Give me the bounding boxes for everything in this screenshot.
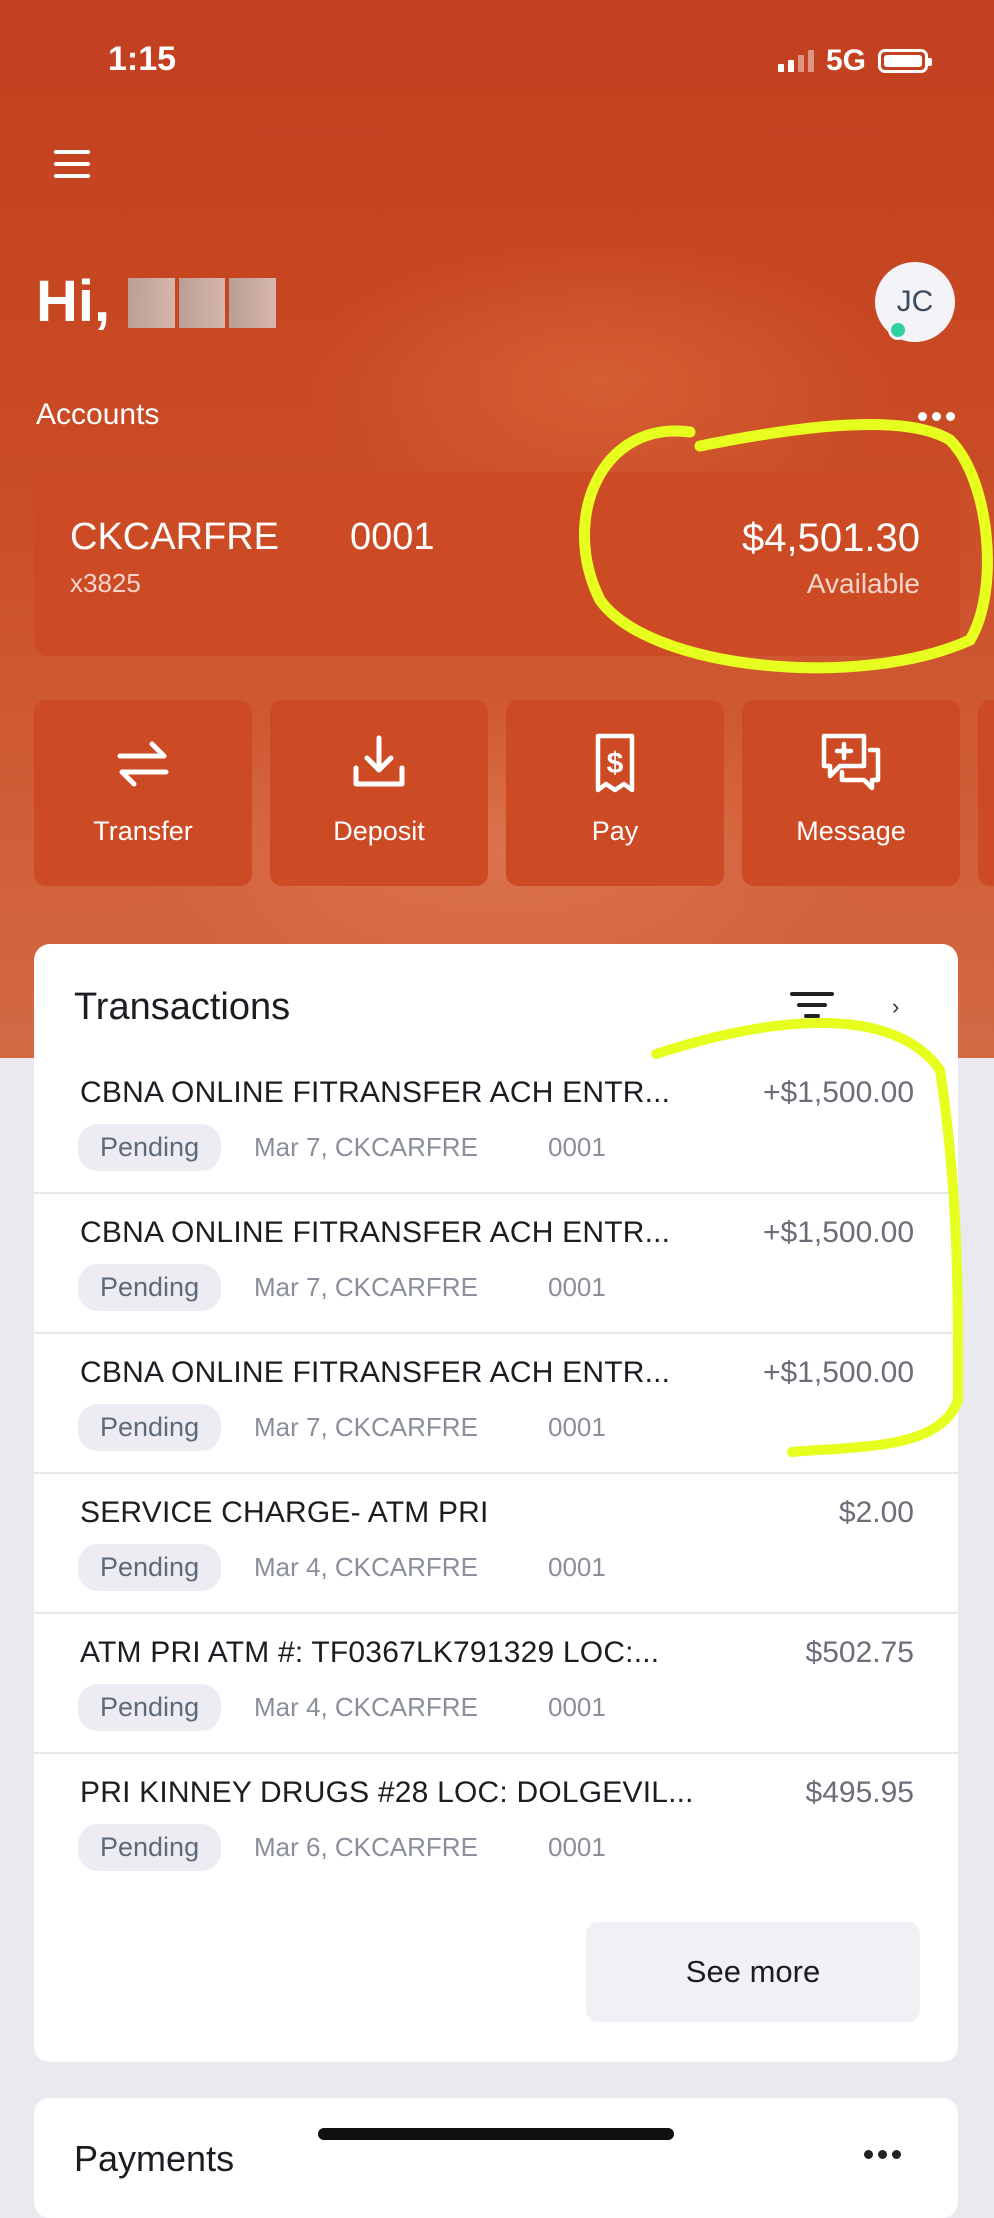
transaction-row[interactable]: CBNA ONLINE FITRANSFER ACH ENTR... +$1,5… xyxy=(34,1334,958,1474)
transactions-title: Transactions xyxy=(74,986,291,1028)
transaction-account-number: 0001 xyxy=(548,1272,606,1302)
status-badge: Pending xyxy=(78,1824,222,1871)
accounts-label: Accounts xyxy=(36,398,160,431)
transaction-description: SERVICE CHARGE- ATM PRI xyxy=(80,1496,489,1529)
chevron-icon[interactable]: › xyxy=(892,994,912,1019)
transfer-label: Transfer xyxy=(93,816,193,846)
transaction-row[interactable]: PRI KINNEY DRUGS #28 LOC: DOLGEVIL... $4… xyxy=(34,1754,958,1894)
transaction-description: CBNA ONLINE FITRANSFER ACH ENTR... xyxy=(80,1356,671,1389)
transaction-description: PRI KINNEY DRUGS #28 LOC: DOLGEVIL... xyxy=(80,1776,694,1809)
quick-actions: Transfer Deposit $ Pay Message xyxy=(34,700,994,886)
battery-icon xyxy=(878,49,932,73)
balance-label: Available xyxy=(806,568,920,599)
account-mask: x3825 xyxy=(70,568,141,598)
hamburger-menu-icon[interactable] xyxy=(54,150,90,180)
message-button[interactable]: Message xyxy=(742,700,960,886)
transfer-button[interactable]: Transfer xyxy=(34,700,252,886)
accounts-more-icon[interactable] xyxy=(918,412,955,421)
transaction-account-number: 0001 xyxy=(548,1692,606,1722)
signal-icon xyxy=(777,50,814,72)
transaction-amount: +$1,500.00 xyxy=(763,1076,914,1109)
transaction-date-account: Mar 7, CKCARFRE xyxy=(254,1412,478,1442)
status-badge: Pending xyxy=(78,1124,222,1171)
account-card[interactable]: CKCARFRE 0001 x3825 $4,501.30 Available xyxy=(34,472,960,656)
network-label: 5G xyxy=(825,44,866,77)
transaction-row[interactable]: SERVICE CHARGE- ATM PRI $2.00 Pending Ma… xyxy=(34,1474,958,1614)
avatar[interactable]: JC xyxy=(875,262,955,342)
status-time: 1:15 xyxy=(108,40,177,78)
greeting-text: Hi, xyxy=(36,269,111,334)
online-status-dot xyxy=(888,320,908,340)
status-indicators: 5G xyxy=(777,44,932,78)
pay-label: Pay xyxy=(591,816,639,846)
payments-card: Payments xyxy=(34,2098,958,2218)
transaction-amount: $495.95 xyxy=(805,1776,914,1809)
transaction-date-account: Mar 6, CKCARFRE xyxy=(254,1832,478,1862)
transaction-row[interactable]: ATM PRI ATM #: TF0367LK791329 LOC:... $5… xyxy=(34,1614,958,1754)
transaction-account-number: 0001 xyxy=(548,1132,606,1162)
transaction-account-number: 0001 xyxy=(548,1832,606,1862)
deposit-label: Deposit xyxy=(333,816,425,846)
transaction-description: CBNA ONLINE FITRANSFER ACH ENTR... xyxy=(80,1216,671,1249)
deposit-button[interactable]: Deposit xyxy=(270,700,488,886)
status-badge: Pending xyxy=(78,1264,222,1311)
see-more-button[interactable]: See more xyxy=(586,1922,920,2022)
status-badge: Pending xyxy=(78,1684,222,1731)
transaction-description: CBNA ONLINE FITRANSFER ACH ENTR... xyxy=(80,1076,671,1109)
transfer-icon xyxy=(117,741,169,787)
status-badge: Pending xyxy=(78,1544,222,1591)
transaction-row[interactable]: CBNA ONLINE FITRANSFER ACH ENTR... +$1,5… xyxy=(34,1194,958,1334)
account-name: CKCARFRE xyxy=(70,516,280,558)
transaction-date-account: Mar 7, CKCARFRE xyxy=(254,1272,478,1302)
transaction-amount: +$1,500.00 xyxy=(763,1356,914,1389)
message-label: Message xyxy=(796,816,906,846)
svg-text:$: $ xyxy=(607,747,624,780)
payments-title: Payments xyxy=(74,2138,235,2179)
message-icon xyxy=(821,733,881,791)
transaction-amount: $2.00 xyxy=(838,1496,914,1529)
bill-pay-icon: $ xyxy=(595,733,635,793)
pay-button[interactable]: $ Pay xyxy=(506,700,724,886)
filter-icon[interactable] xyxy=(790,992,834,1022)
transaction-account-number: 0001 xyxy=(548,1412,606,1442)
next-action-button[interactable] xyxy=(978,700,994,886)
transaction-description: ATM PRI ATM #: TF0367LK791329 LOC:... xyxy=(80,1636,660,1669)
deposit-icon xyxy=(353,735,405,787)
transaction-row[interactable]: CBNA ONLINE FITRANSFER ACH ENTR... +$1,5… xyxy=(34,1054,958,1194)
redacted-name xyxy=(128,278,277,328)
transaction-amount: $502.75 xyxy=(805,1636,914,1669)
transaction-date-account: Mar 7, CKCARFRE xyxy=(254,1132,478,1162)
account-balance: $4,501.30 xyxy=(742,516,920,560)
transaction-date-account: Mar 4, CKCARFRE xyxy=(254,1692,478,1722)
status-badge: Pending xyxy=(78,1404,222,1451)
transaction-amount: +$1,500.00 xyxy=(763,1216,914,1249)
payments-more-icon[interactable] xyxy=(864,2150,901,2159)
transaction-date-account: Mar 4, CKCARFRE xyxy=(254,1552,478,1582)
home-indicator xyxy=(318,2128,674,2140)
transaction-account-number: 0001 xyxy=(548,1552,606,1582)
account-number: 0001 xyxy=(350,516,435,558)
transactions-card: Transactions › CBNA ONLINE FITRANSFER AC… xyxy=(34,944,958,2062)
